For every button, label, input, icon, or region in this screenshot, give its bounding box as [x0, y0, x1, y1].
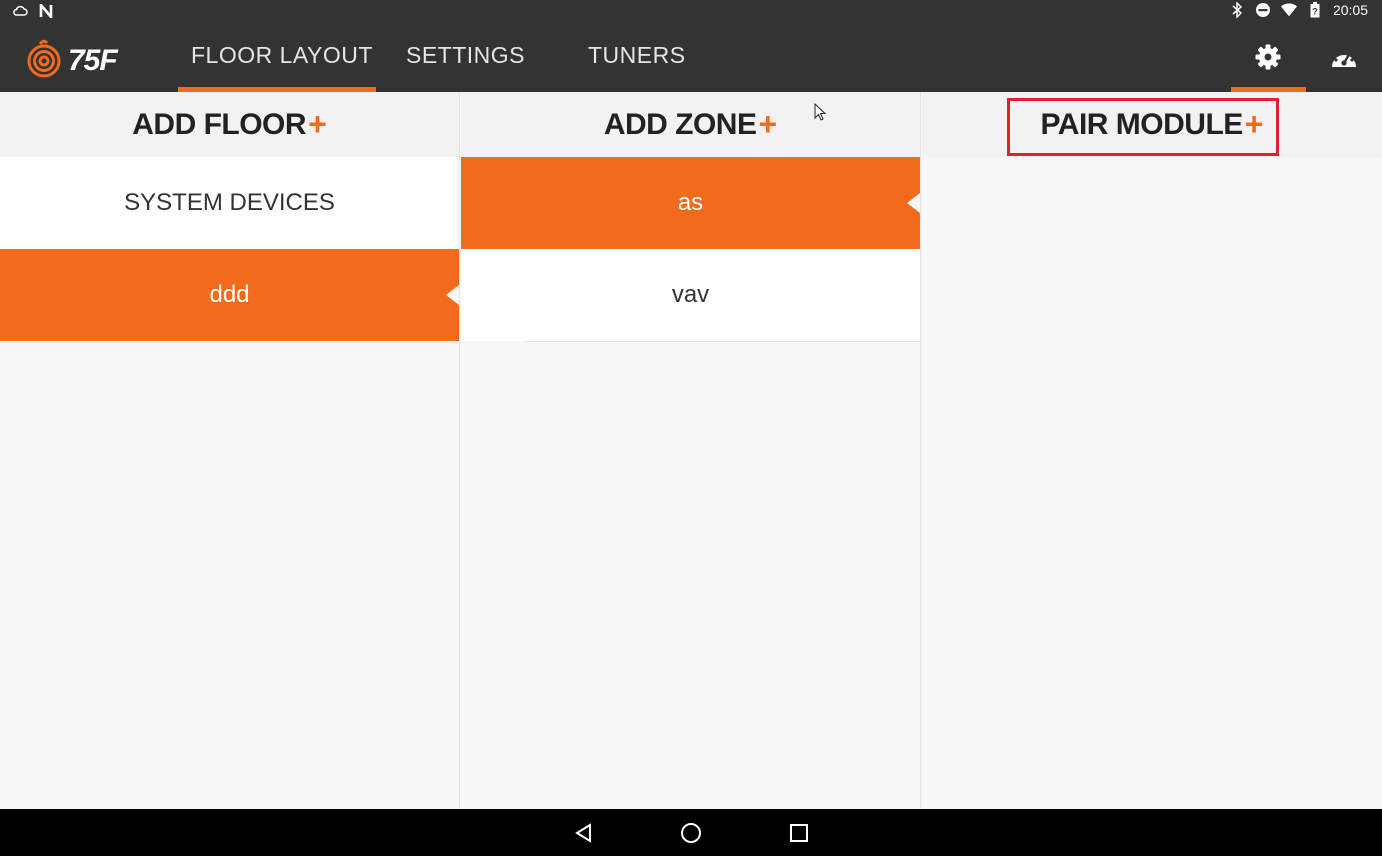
do-not-disturb-icon	[1255, 2, 1271, 18]
add-floor-button[interactable]: ADD FLOOR +	[0, 92, 459, 157]
flame-logo-icon	[26, 38, 62, 83]
logo-text: 75F	[68, 43, 118, 77]
tab-floor-layout[interactable]: FLOOR LAYOUT	[191, 42, 373, 69]
zone-item-label: vav	[671, 281, 710, 308]
status-bar: ? 20:05	[0, 0, 1382, 24]
selection-pointer-icon	[907, 193, 920, 213]
zones-column: ADD ZONE + as vav	[461, 92, 921, 809]
settings-gear-icon[interactable]	[1253, 42, 1283, 72]
floor-item-system-devices[interactable]: SYSTEM DEVICES	[0, 157, 459, 249]
tab-tuners[interactable]: TUNERS	[588, 42, 686, 69]
zone-item-as[interactable]: as	[461, 157, 920, 249]
floors-column: ADD FLOOR + SYSTEM DEVICES ddd	[0, 92, 460, 809]
floor-item-label: ddd	[209, 281, 250, 308]
floor-item-label: SYSTEM DEVICES	[124, 189, 335, 216]
add-floor-label: ADD FLOOR	[132, 107, 307, 141]
add-zone-button[interactable]: ADD ZONE +	[461, 92, 920, 157]
modules-column: PAIR MODULE +	[922, 92, 1382, 809]
cloud-icon	[12, 3, 28, 19]
wifi-icon	[1280, 2, 1297, 18]
add-zone-label: ADD ZONE	[603, 107, 757, 141]
battery-icon: ?	[1307, 2, 1323, 18]
svg-text:?: ?	[1312, 7, 1318, 17]
list-divider	[526, 341, 920, 342]
add-zone-plus-icon: +	[758, 106, 778, 142]
dashboard-gauge-icon[interactable]	[1329, 42, 1359, 72]
bluetooth-icon	[1229, 2, 1245, 18]
app-bar: 75F FLOOR LAYOUT SETTINGS TUNERS	[0, 24, 1382, 92]
zone-item-vav[interactable]: vav	[461, 249, 920, 341]
recents-icon[interactable]	[787, 821, 811, 845]
notification-n-icon	[38, 3, 54, 19]
add-floor-plus-icon: +	[308, 106, 327, 142]
back-icon[interactable]	[572, 821, 596, 845]
app-logo: 75F	[26, 38, 118, 83]
clock: 20:05	[1332, 2, 1368, 18]
selection-pointer-icon	[446, 285, 459, 305]
mouse-cursor-icon	[814, 102, 827, 126]
zone-item-label: as	[677, 189, 704, 216]
pair-module-highlight-box	[1007, 98, 1279, 156]
home-icon[interactable]	[679, 821, 703, 845]
navigation-bar	[0, 809, 1382, 856]
floor-item-ddd[interactable]: ddd	[0, 249, 459, 341]
tab-settings[interactable]: SETTINGS	[406, 42, 525, 69]
